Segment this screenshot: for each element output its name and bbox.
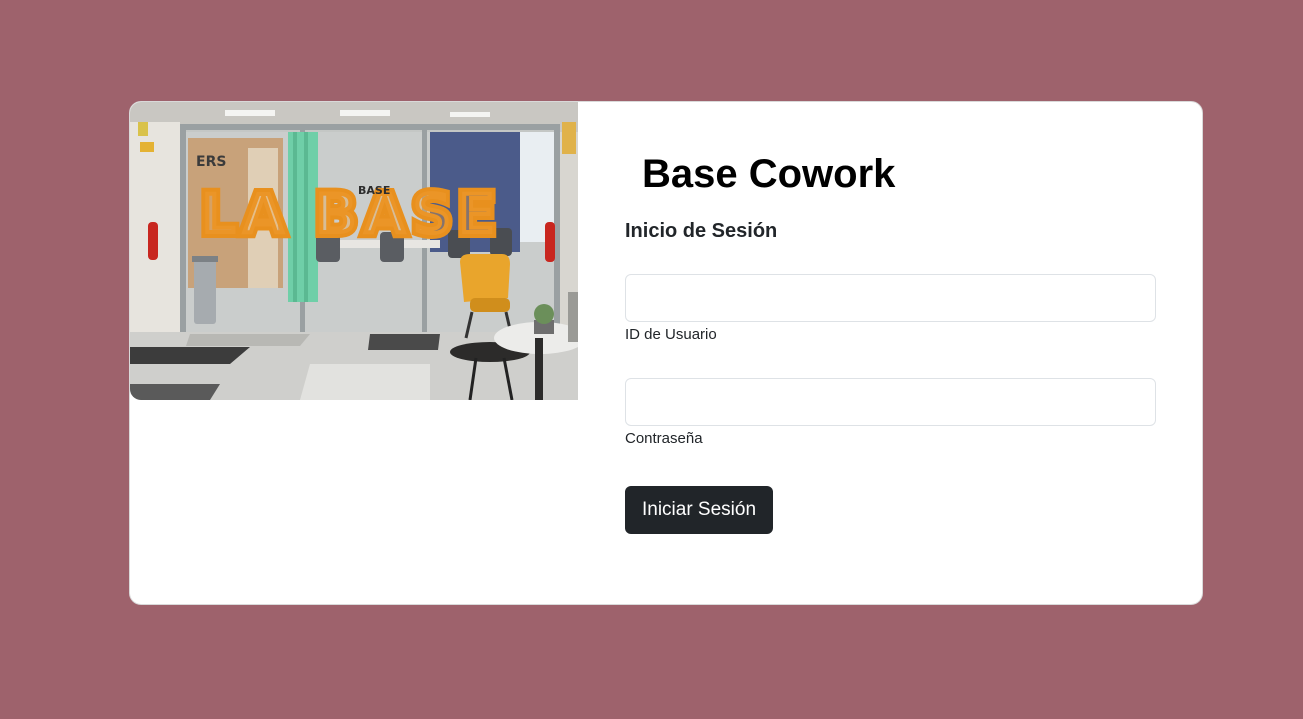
svg-text:BASE: BASE: [358, 184, 390, 197]
password-label: Contraseña: [625, 430, 703, 447]
password-input[interactable]: [625, 378, 1156, 426]
login-subtitle: Inicio de Sesión: [625, 220, 778, 242]
login-button[interactable]: Iniciar Sesión: [625, 486, 773, 534]
user-id-label: ID de Usuario: [625, 326, 717, 343]
svg-text:ERS: ERS: [196, 154, 226, 170]
brand-title: Base Cowork: [642, 152, 896, 196]
login-card: LA BASE LA BASE ERS BASE Base Cowork Ini…: [129, 101, 1203, 605]
office-photo: LA BASE LA BASE ERS BASE: [130, 102, 578, 400]
user-id-input[interactable]: [625, 274, 1156, 322]
svg-text:LA BASE: LA BASE: [200, 180, 501, 248]
